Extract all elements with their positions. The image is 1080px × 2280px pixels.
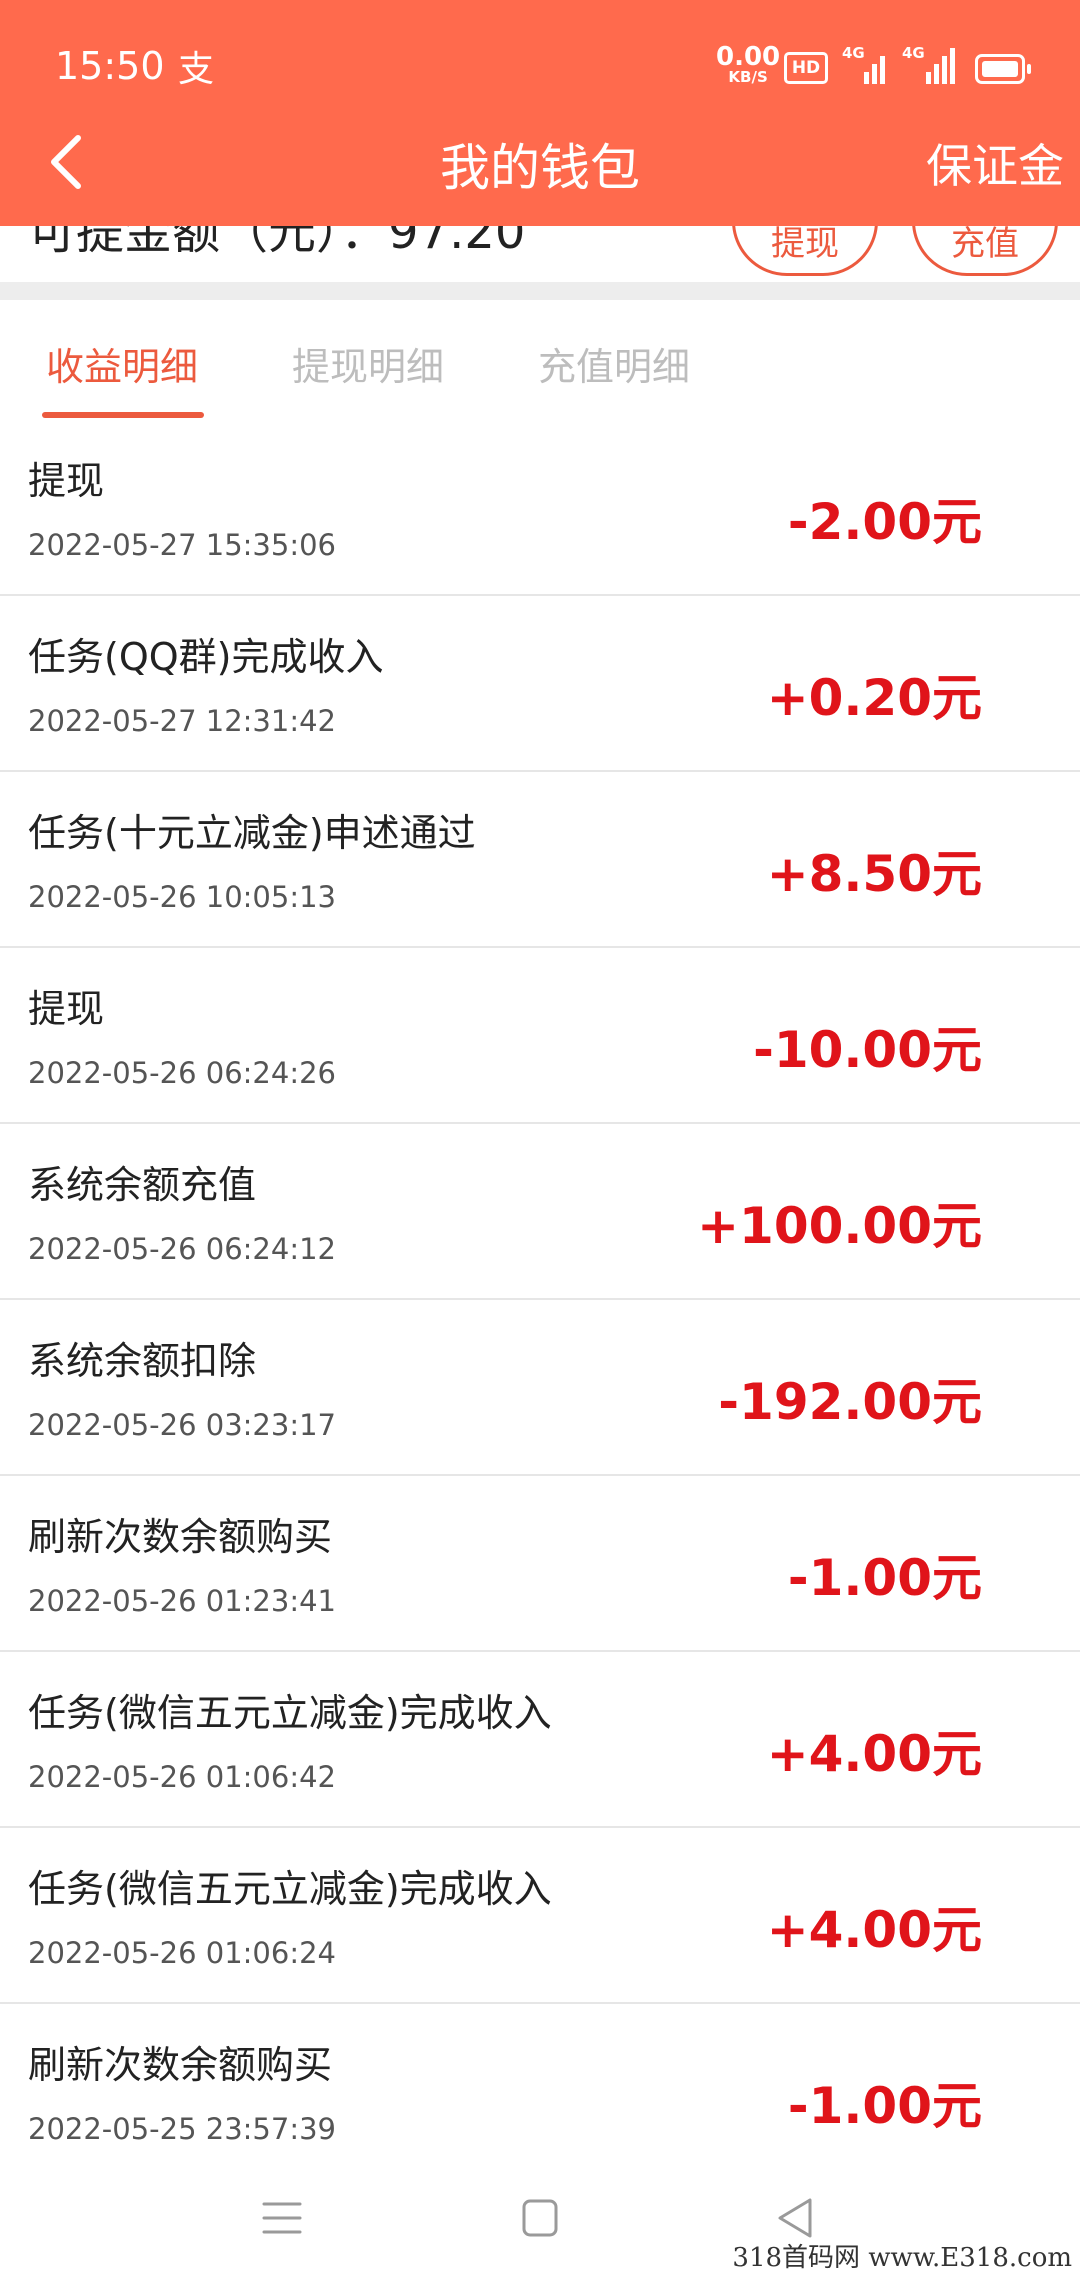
record-amount: -2.00元 [787,493,982,551]
deposit-button[interactable]: 保证金 [926,130,1064,196]
list-item[interactable]: 系统余额充值 2022-05-26 06:24:12 +100.00元 [0,1124,1080,1300]
record-amount: -10.00元 [753,1021,982,1079]
active-tab-indicator [42,412,204,418]
record-amount: +4.00元 [766,1901,982,1959]
record-title: 任务(QQ群)完成收入 [28,635,384,679]
record-time: 2022-05-26 01:23:41 [28,1584,336,1618]
page-title: 我的钱包 [440,139,640,197]
list-item[interactable]: 任务(QQ群)完成收入 2022-05-27 12:31:42 +0.20元 [0,596,1080,772]
record-time: 2022-05-26 03:23:17 [28,1408,336,1442]
signal-label: 4G [902,44,925,62]
record-title: 提现 [28,459,105,503]
record-amount: -1.00元 [787,2077,982,2135]
record-time: 2022-05-26 10:05:13 [28,880,336,914]
income-record-list: 提现 2022-05-27 15:35:06 -2.00元 任务(QQ群)完成收… [0,420,1080,2178]
record-title: 任务(十元立减金)申述通过 [28,811,476,855]
record-amount: +8.50元 [766,845,982,903]
tab-recharge[interactable]: 充值明细 [538,336,690,391]
record-amount: +100.00元 [697,1197,982,1255]
menu-icon[interactable] [252,2188,312,2248]
record-time: 2022-05-25 23:57:39 [28,2112,336,2146]
record-time: 2022-05-26 01:06:24 [28,1936,336,1970]
record-amount: -192.00元 [718,1373,982,1431]
record-amount: +0.20元 [766,669,982,727]
record-title: 任务(微信五元立减金)完成收入 [28,1867,552,1911]
record-title: 刷新次数余额购买 [28,2043,333,2087]
record-time: 2022-05-27 15:35:06 [28,528,336,562]
network-speed: 0.00 KB/S [716,44,780,85]
withdraw-button[interactable]: 提现 [732,226,878,276]
record-title: 系统余额扣除 [28,1339,257,1383]
record-title: 刷新次数余额购买 [28,1515,333,1559]
hd-icon: HD [784,52,828,84]
recharge-button[interactable]: 充值 [912,226,1058,276]
network-speed-value: 0.00 [716,42,781,72]
watermark: 318首码网 www.E318.com [732,2243,1072,2273]
record-tabs: 收益明细 提现明细 充值明细 [0,300,1080,420]
home-square-icon[interactable] [510,2188,570,2248]
section-divider [0,282,1080,300]
list-item[interactable]: 任务(十元立减金)申述通过 2022-05-26 10:05:13 +8.50元 [0,772,1080,948]
record-time: 2022-05-26 06:24:26 [28,1056,336,1090]
withdrawable-balance: 可提金额（元）：97.20 [28,226,526,260]
list-item[interactable]: 任务(微信五元立减金)完成收入 2022-05-26 01:06:42 +4.0… [0,1652,1080,1828]
record-title: 提现 [28,987,105,1031]
signal-icon: 4G [902,44,958,84]
record-title: 系统余额充值 [28,1163,257,1207]
list-item[interactable]: 系统余额扣除 2022-05-26 03:23:17 -192.00元 [0,1300,1080,1476]
record-amount: +4.00元 [766,1725,982,1783]
signal-icon: 4G [842,44,890,84]
list-item[interactable]: 提现 2022-05-27 15:35:06 -2.00元 [0,420,1080,596]
record-time: 2022-05-27 12:31:42 [28,704,336,738]
tab-withdraw[interactable]: 提现明细 [292,336,444,391]
list-item[interactable]: 任务(微信五元立减金)完成收入 2022-05-26 01:06:24 +4.0… [0,1828,1080,2004]
balance-strip: 可提金额（元）：97.20 提现 充值 [0,226,1080,282]
network-speed-unit: KB/S [728,68,768,86]
list-item[interactable]: 刷新次数余额购买 2022-05-26 01:23:41 -1.00元 [0,1476,1080,1652]
record-time: 2022-05-26 01:06:42 [28,1760,336,1794]
tab-income[interactable]: 收益明细 [46,336,198,391]
record-time: 2022-05-26 06:24:12 [28,1232,336,1266]
record-amount: -1.00元 [787,1549,982,1607]
battery-icon [975,54,1031,84]
list-item[interactable]: 提现 2022-05-26 06:24:26 -10.00元 [0,948,1080,1124]
status-time: 15:50 [55,44,165,88]
system-nav-bar: 318首码网 www.E318.com [0,2148,1080,2280]
signal-label: 4G [842,44,865,62]
app-header: 15:50 支 0.00 KB/S HD 4G 4G 我的钱包 保证金 [0,0,1080,226]
alipay-icon: 支 [178,49,215,90]
record-title: 任务(微信五元立减金)完成收入 [28,1691,552,1735]
